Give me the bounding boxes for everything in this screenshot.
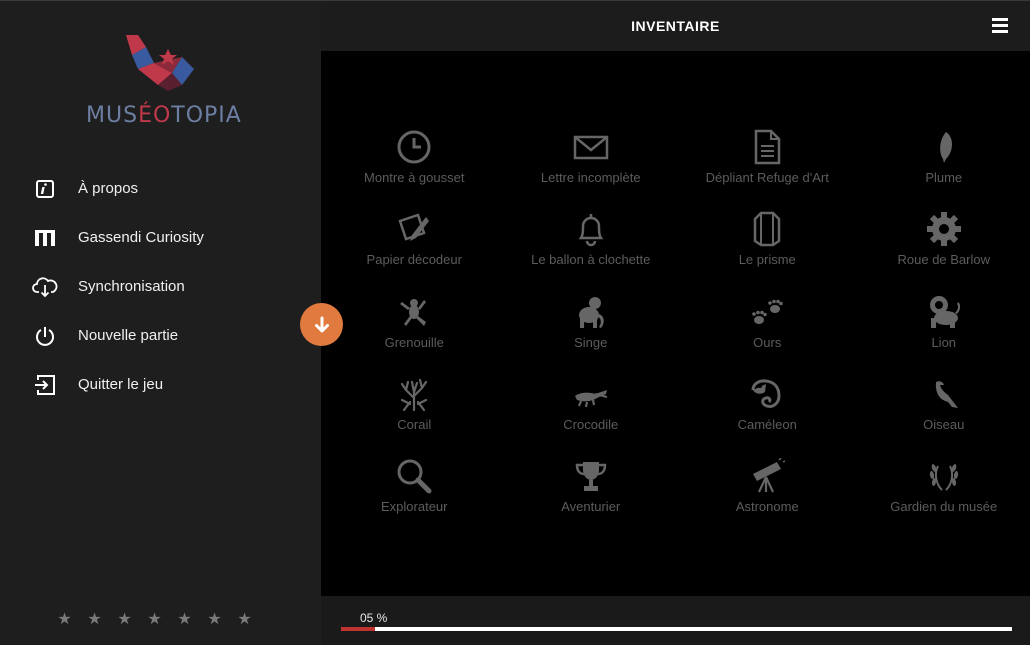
gear-icon bbox=[925, 210, 963, 248]
telescope-icon bbox=[748, 457, 786, 495]
inventory-item-label: Lion bbox=[931, 334, 957, 350]
inventory-item-plume[interactable]: Plume bbox=[856, 128, 1030, 210]
stars-rating: ★ ★ ★ ★ ★ ★ ★ bbox=[56, 611, 253, 628]
prism-icon bbox=[748, 210, 786, 248]
star-icon: ★ bbox=[237, 611, 252, 628]
sidebar-menu: À propos Gassendi Curiosity Synchronisat… bbox=[0, 164, 321, 409]
inventory-item-label: Caméleon bbox=[737, 416, 797, 432]
inventory-item-label: Gardien du musée bbox=[890, 499, 998, 515]
crocodile-icon bbox=[572, 375, 610, 413]
power-icon bbox=[32, 323, 58, 349]
inventory-item-singe[interactable]: Singe bbox=[503, 293, 680, 375]
document-icon bbox=[748, 128, 786, 166]
paper-pen-icon bbox=[395, 210, 433, 248]
header-bar: INVENTAIRE bbox=[321, 0, 1030, 51]
inventory-item-label: Grenouille bbox=[384, 334, 444, 350]
sidebar-toggle-button[interactable] bbox=[300, 303, 343, 346]
chameleon-icon bbox=[748, 375, 786, 413]
page-title: INVENTAIRE bbox=[631, 18, 720, 34]
sidebar-item-synchronisation[interactable]: Synchronisation bbox=[0, 262, 321, 311]
coral-icon bbox=[395, 375, 433, 413]
inventory-item-label: Roue de Barlow bbox=[897, 252, 991, 268]
progress-bar-fill bbox=[341, 627, 375, 631]
inventory-item-label: Montre à gousset bbox=[364, 170, 465, 185]
inventory-item-label: Lettre incomplète bbox=[540, 170, 641, 185]
inventory-item-explorateur[interactable]: Explorateur bbox=[326, 457, 503, 539]
inventory-item-label: Crocodile bbox=[563, 416, 619, 432]
inventory-item-label: Oiseau bbox=[923, 416, 965, 432]
lion-icon bbox=[925, 293, 963, 331]
sidebar-item-nouvelle-partie[interactable]: Nouvelle partie bbox=[0, 311, 321, 360]
bird-logo-icon bbox=[126, 35, 194, 91]
progress-bar bbox=[341, 627, 1012, 631]
brand-name: MUSÉOTOPIA bbox=[86, 103, 242, 128]
arrow-down-icon bbox=[314, 316, 329, 332]
inventory-item-montre-a-gousset[interactable]: Montre à gousset bbox=[326, 128, 503, 210]
inventory-item-papier-decodeur[interactable]: Papier décodeur bbox=[326, 210, 503, 292]
inventory-item-label: Aventurier bbox=[561, 499, 621, 515]
exit-icon bbox=[32, 372, 58, 398]
inventory-item-le-prisme[interactable]: Le prisme bbox=[679, 210, 856, 292]
trophy-icon bbox=[572, 457, 610, 495]
star-icon: ★ bbox=[117, 611, 132, 628]
sidebar-item-label: Synchronisation bbox=[78, 278, 185, 295]
frog-icon bbox=[395, 293, 433, 331]
clock-icon bbox=[395, 128, 433, 166]
monkey-icon bbox=[572, 293, 610, 331]
bird-icon bbox=[925, 375, 963, 413]
sidebar-item-label: Gassendi Curiosity bbox=[78, 229, 204, 246]
laurel-icon bbox=[925, 457, 963, 495]
inventory-item-label: Dépliant Refuge d'Art bbox=[705, 170, 829, 185]
star-icon: ★ bbox=[207, 611, 222, 628]
inventory-item-label: Papier décodeur bbox=[366, 252, 462, 268]
magnifier-icon bbox=[395, 457, 433, 495]
inventory-item-label: Ours bbox=[753, 334, 782, 350]
inventory-item-label: Le prisme bbox=[738, 252, 796, 268]
sidebar-item-label: Nouvelle partie bbox=[78, 327, 179, 344]
inventory-item-cameleon[interactable]: Caméleon bbox=[679, 375, 856, 457]
inventory-item-grenouille[interactable]: Grenouille bbox=[326, 293, 503, 375]
inventory-grid: Montre à gousset Lettre incomplète Dépli… bbox=[326, 128, 1030, 539]
inventory-item-le-ballon-a-clochette[interactable]: Le ballon à clochette bbox=[503, 210, 680, 292]
inventory-item-label: Le ballon à clochette bbox=[531, 252, 651, 268]
inventory-item-label: Explorateur bbox=[381, 499, 448, 515]
star-icon: ★ bbox=[177, 611, 192, 628]
inventory-item-depliant-refuge-d-art[interactable]: Dépliant Refuge d'Art bbox=[679, 128, 856, 210]
inventory-item-crocodile[interactable]: Crocodile bbox=[503, 375, 680, 457]
inventory-item-lion[interactable]: Lion bbox=[856, 293, 1030, 375]
feather-icon bbox=[925, 128, 963, 166]
inventory-item-astronome[interactable]: Astronome bbox=[679, 457, 856, 539]
progress-percent-text: 05 % bbox=[360, 611, 388, 625]
museum-logo-icon bbox=[32, 225, 58, 251]
star-icon: ★ bbox=[87, 611, 102, 628]
sidebar-item-quitter-le-jeu[interactable]: Quitter le jeu bbox=[0, 360, 321, 409]
paw-prints-icon bbox=[748, 293, 786, 331]
inventory-item-label: Plume bbox=[925, 170, 963, 185]
sidebar-item-label: Quitter le jeu bbox=[78, 376, 164, 393]
info-icon bbox=[32, 176, 58, 202]
inventory-item-gardien-du-musee[interactable]: Gardien du musée bbox=[856, 457, 1030, 539]
inventory-item-lettre-incomplete[interactable]: Lettre incomplète bbox=[503, 128, 680, 210]
inventory-item-aventurier[interactable]: Aventurier bbox=[503, 457, 680, 539]
envelope-icon bbox=[572, 128, 610, 166]
sidebar-item-label: À propos bbox=[78, 180, 139, 197]
inventory-item-label: Astronome bbox=[735, 499, 799, 515]
hamburger-menu-icon[interactable] bbox=[992, 18, 1008, 34]
star-icon: ★ bbox=[147, 611, 162, 628]
inventory-item-roue-de-barlow[interactable]: Roue de Barlow bbox=[856, 210, 1030, 292]
inventory-item-ours[interactable]: Ours bbox=[679, 293, 856, 375]
inventory-item-label: Corail bbox=[397, 416, 432, 432]
sidebar-item-a-propos[interactable]: À propos bbox=[0, 164, 321, 213]
museotopia-logo: MUSÉOTOPIA bbox=[86, 33, 242, 133]
star-icon: ★ bbox=[57, 611, 72, 628]
cloud-download-icon bbox=[32, 274, 58, 300]
progress-footer: 05 % bbox=[321, 596, 1030, 645]
inventory-item-label: Singe bbox=[574, 334, 608, 350]
sidebar-item-gassendi-curiosity[interactable]: Gassendi Curiosity bbox=[0, 213, 321, 262]
inventory-item-oiseau[interactable]: Oiseau bbox=[856, 375, 1030, 457]
bell-icon bbox=[572, 210, 610, 248]
inventory-item-corail[interactable]: Corail bbox=[326, 375, 503, 457]
sidebar: MUSÉOTOPIA À propos Gassendi Curiosity S… bbox=[0, 0, 321, 645]
